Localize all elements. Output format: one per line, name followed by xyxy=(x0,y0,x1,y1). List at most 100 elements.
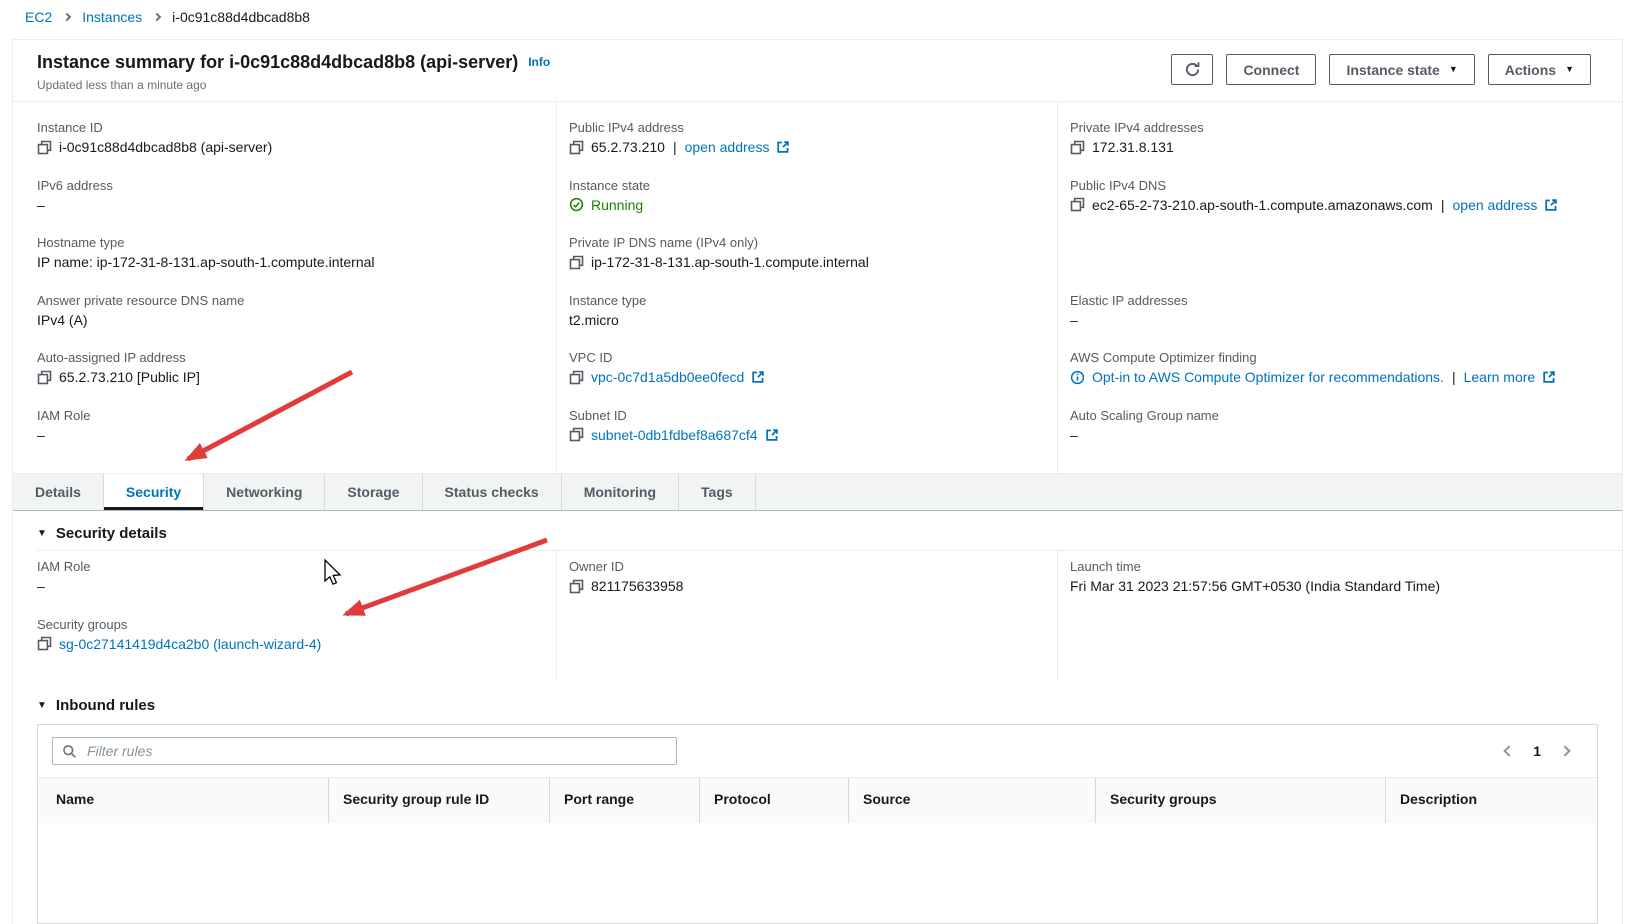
actions-button[interactable]: Actions ▼ xyxy=(1487,54,1591,85)
column-header-source[interactable]: Source xyxy=(848,778,1095,823)
column-header-port-range[interactable]: Port range xyxy=(549,778,699,823)
field-value: Fri Mar 31 2023 21:57:56 GMT+0530 (India… xyxy=(1070,578,1612,594)
refresh-button[interactable] xyxy=(1171,54,1214,85)
field-link[interactable]: vpc-0c7d1a5db0ee0fecd xyxy=(591,369,744,385)
chevron-right-icon[interactable] xyxy=(1559,745,1571,757)
field-value-text: 65.2.73.210 xyxy=(591,139,665,155)
tab-networking[interactable]: Networking xyxy=(204,474,326,510)
field-label: Auto-assigned IP address xyxy=(37,350,186,365)
external-link-icon[interactable] xyxy=(751,370,765,384)
external-link-icon[interactable] xyxy=(1542,370,1556,384)
field-label: Auto Scaling Group name xyxy=(1070,407,1219,423)
field-value: ip-172-31-8-131.ap-south-1.compute.inter… xyxy=(569,254,1047,270)
field-label: Private IP DNS name (IPv4 only) xyxy=(569,235,759,250)
field-ipv6-address: IPv6 address – xyxy=(37,170,546,228)
field-value: – xyxy=(37,197,546,213)
field-link[interactable]: Opt-in to AWS Compute Optimizer for reco… xyxy=(1092,369,1444,385)
section-title: Inbound rules xyxy=(55,697,156,714)
connect-label: Connect xyxy=(1243,61,1300,78)
tab-monitoring[interactable]: Monitoring xyxy=(562,474,680,510)
field-value-text: Fri Mar 31 2023 21:57:56 GMT+0530 (India… xyxy=(1070,578,1441,594)
tab-security[interactable]: Security xyxy=(103,474,205,510)
page-title: Instance summary for i-0c91c88d4dbcad8b8… xyxy=(37,52,519,72)
info-icon[interactable] xyxy=(1070,370,1085,385)
copy-icon[interactable] xyxy=(569,579,584,594)
copy-icon[interactable] xyxy=(1070,197,1085,212)
field-subnet-id: Subnet ID subnet-0db1fdbef8a687cf4 xyxy=(569,400,1047,458)
tab-storage[interactable]: Storage xyxy=(325,474,423,510)
field-link[interactable]: open address xyxy=(1453,197,1538,213)
field-value: i-0c91c88d4dbcad8b8 (api-server) xyxy=(37,139,546,155)
copy-icon[interactable] xyxy=(569,370,584,385)
pipe-separator: | xyxy=(1440,196,1445,213)
field-link[interactable]: open address xyxy=(685,139,770,155)
field-hostname-type: Hostname type IP name: ip-172-31-8-131.ap… xyxy=(37,227,546,285)
external-link-icon[interactable] xyxy=(776,140,790,154)
inbound-rules-header[interactable]: ▼ Inbound rules xyxy=(37,697,1598,714)
field-value: ec2-65-2-73-210.ap-south-1.compute.amazo… xyxy=(1070,197,1612,213)
field-label: Instance state xyxy=(569,177,650,193)
field-value-text: ip-172-31-8-131.ap-south-1.compute.inter… xyxy=(591,254,869,270)
field-link[interactable]: Learn more xyxy=(1464,369,1536,385)
copy-icon[interactable] xyxy=(1070,140,1085,155)
breadcrumb-current: i-0c91c88d4dbcad8b8 xyxy=(172,9,310,25)
field-value: – xyxy=(37,578,546,594)
column-header-security-group-rule-id[interactable]: Security group rule ID xyxy=(328,778,549,823)
field-link[interactable]: sg-0c27141419d4ca2b0 (launch-wizard-4) xyxy=(59,636,321,652)
field-value-text: ec2-65-2-73-210.ap-south-1.compute.amazo… xyxy=(1092,196,1433,213)
copy-icon[interactable] xyxy=(569,427,584,442)
field-private-ipv4-addresses: Private IPv4 addresses 172.31.8.131 xyxy=(1070,112,1612,170)
field-label: Launch time xyxy=(1070,559,1141,574)
breadcrumb-link-ec2[interactable]: EC2 xyxy=(25,9,52,25)
field-label: Hostname type xyxy=(37,235,125,250)
copy-icon[interactable] xyxy=(37,636,52,651)
field-value-text: 821175633958 xyxy=(591,578,684,594)
field-value: sg-0c27141419d4ca2b0 (launch-wizard-4) xyxy=(37,636,546,652)
field-label: Instance type xyxy=(569,292,647,308)
breadcrumb-link-instances[interactable]: Instances xyxy=(82,9,142,25)
connect-button[interactable]: Connect xyxy=(1226,54,1317,85)
copy-icon[interactable] xyxy=(37,140,52,155)
tab-tags[interactable]: Tags xyxy=(679,474,756,510)
field-value: – xyxy=(37,427,546,443)
page-number[interactable]: 1 xyxy=(1533,743,1541,759)
copy-icon[interactable] xyxy=(569,140,584,155)
filter-rules-box xyxy=(52,737,677,765)
external-link-icon[interactable] xyxy=(765,428,779,442)
field-value-text: – xyxy=(1070,311,1078,328)
field-value: vpc-0c7d1a5db0ee0fecd xyxy=(569,369,1047,385)
field-label: Answer private resource DNS name xyxy=(37,292,245,308)
instance-state-label: Instance state xyxy=(1346,61,1440,78)
field-value-text: t2.micro xyxy=(569,311,619,328)
column-header-protocol[interactable]: Protocol xyxy=(699,778,848,823)
column-header-name[interactable]: Name xyxy=(38,778,328,823)
info-link[interactable]: Info xyxy=(528,55,550,69)
filter-rules-input[interactable] xyxy=(85,742,667,760)
field-launch-time: Launch time Fri Mar 31 2023 21:57:56 GMT+… xyxy=(1070,551,1612,609)
tab-status-checks[interactable]: Status checks xyxy=(423,474,562,510)
field-answer-private-resource-dns-name: Answer private resource DNS name IPv4 (A) xyxy=(37,285,546,343)
tab-details[interactable]: Details xyxy=(13,474,104,510)
field-value-text: IP name: ip-172-31-8-131.ap-south-1.comp… xyxy=(37,254,375,270)
security-details-grid: IAM Role – Security groups sg-0c27141419d4c… xyxy=(13,551,1622,680)
field-value: – xyxy=(1070,427,1612,443)
instance-state-button[interactable]: Instance state ▼ xyxy=(1329,54,1475,85)
column-header-security-groups[interactable]: Security groups xyxy=(1095,778,1385,823)
field-label: Public IPv4 address xyxy=(569,120,684,135)
chevron-left-icon[interactable] xyxy=(1503,745,1515,757)
field-value-text: – xyxy=(37,578,45,594)
actions-label: Actions xyxy=(1504,61,1557,78)
search-icon xyxy=(62,744,77,759)
title-block: Instance summary for i-0c91c88d4dbcad8b8… xyxy=(37,52,550,92)
copy-icon[interactable] xyxy=(37,370,52,385)
pipe-separator: | xyxy=(672,139,677,155)
security-details-header[interactable]: ▼ Security details xyxy=(37,525,1598,542)
field-value-text: – xyxy=(37,426,45,443)
copy-icon[interactable] xyxy=(569,255,584,270)
field-label: Elastic IP addresses xyxy=(1070,292,1188,308)
field-link[interactable]: subnet-0db1fdbef8a687cf4 xyxy=(591,427,758,443)
column-header-description[interactable]: Description xyxy=(1385,778,1597,823)
external-link-icon[interactable] xyxy=(1544,198,1558,212)
field-elastic-ip-addresses: Elastic IP addresses – xyxy=(1070,285,1612,343)
field-value: IP name: ip-172-31-8-131.ap-south-1.comp… xyxy=(37,254,546,270)
